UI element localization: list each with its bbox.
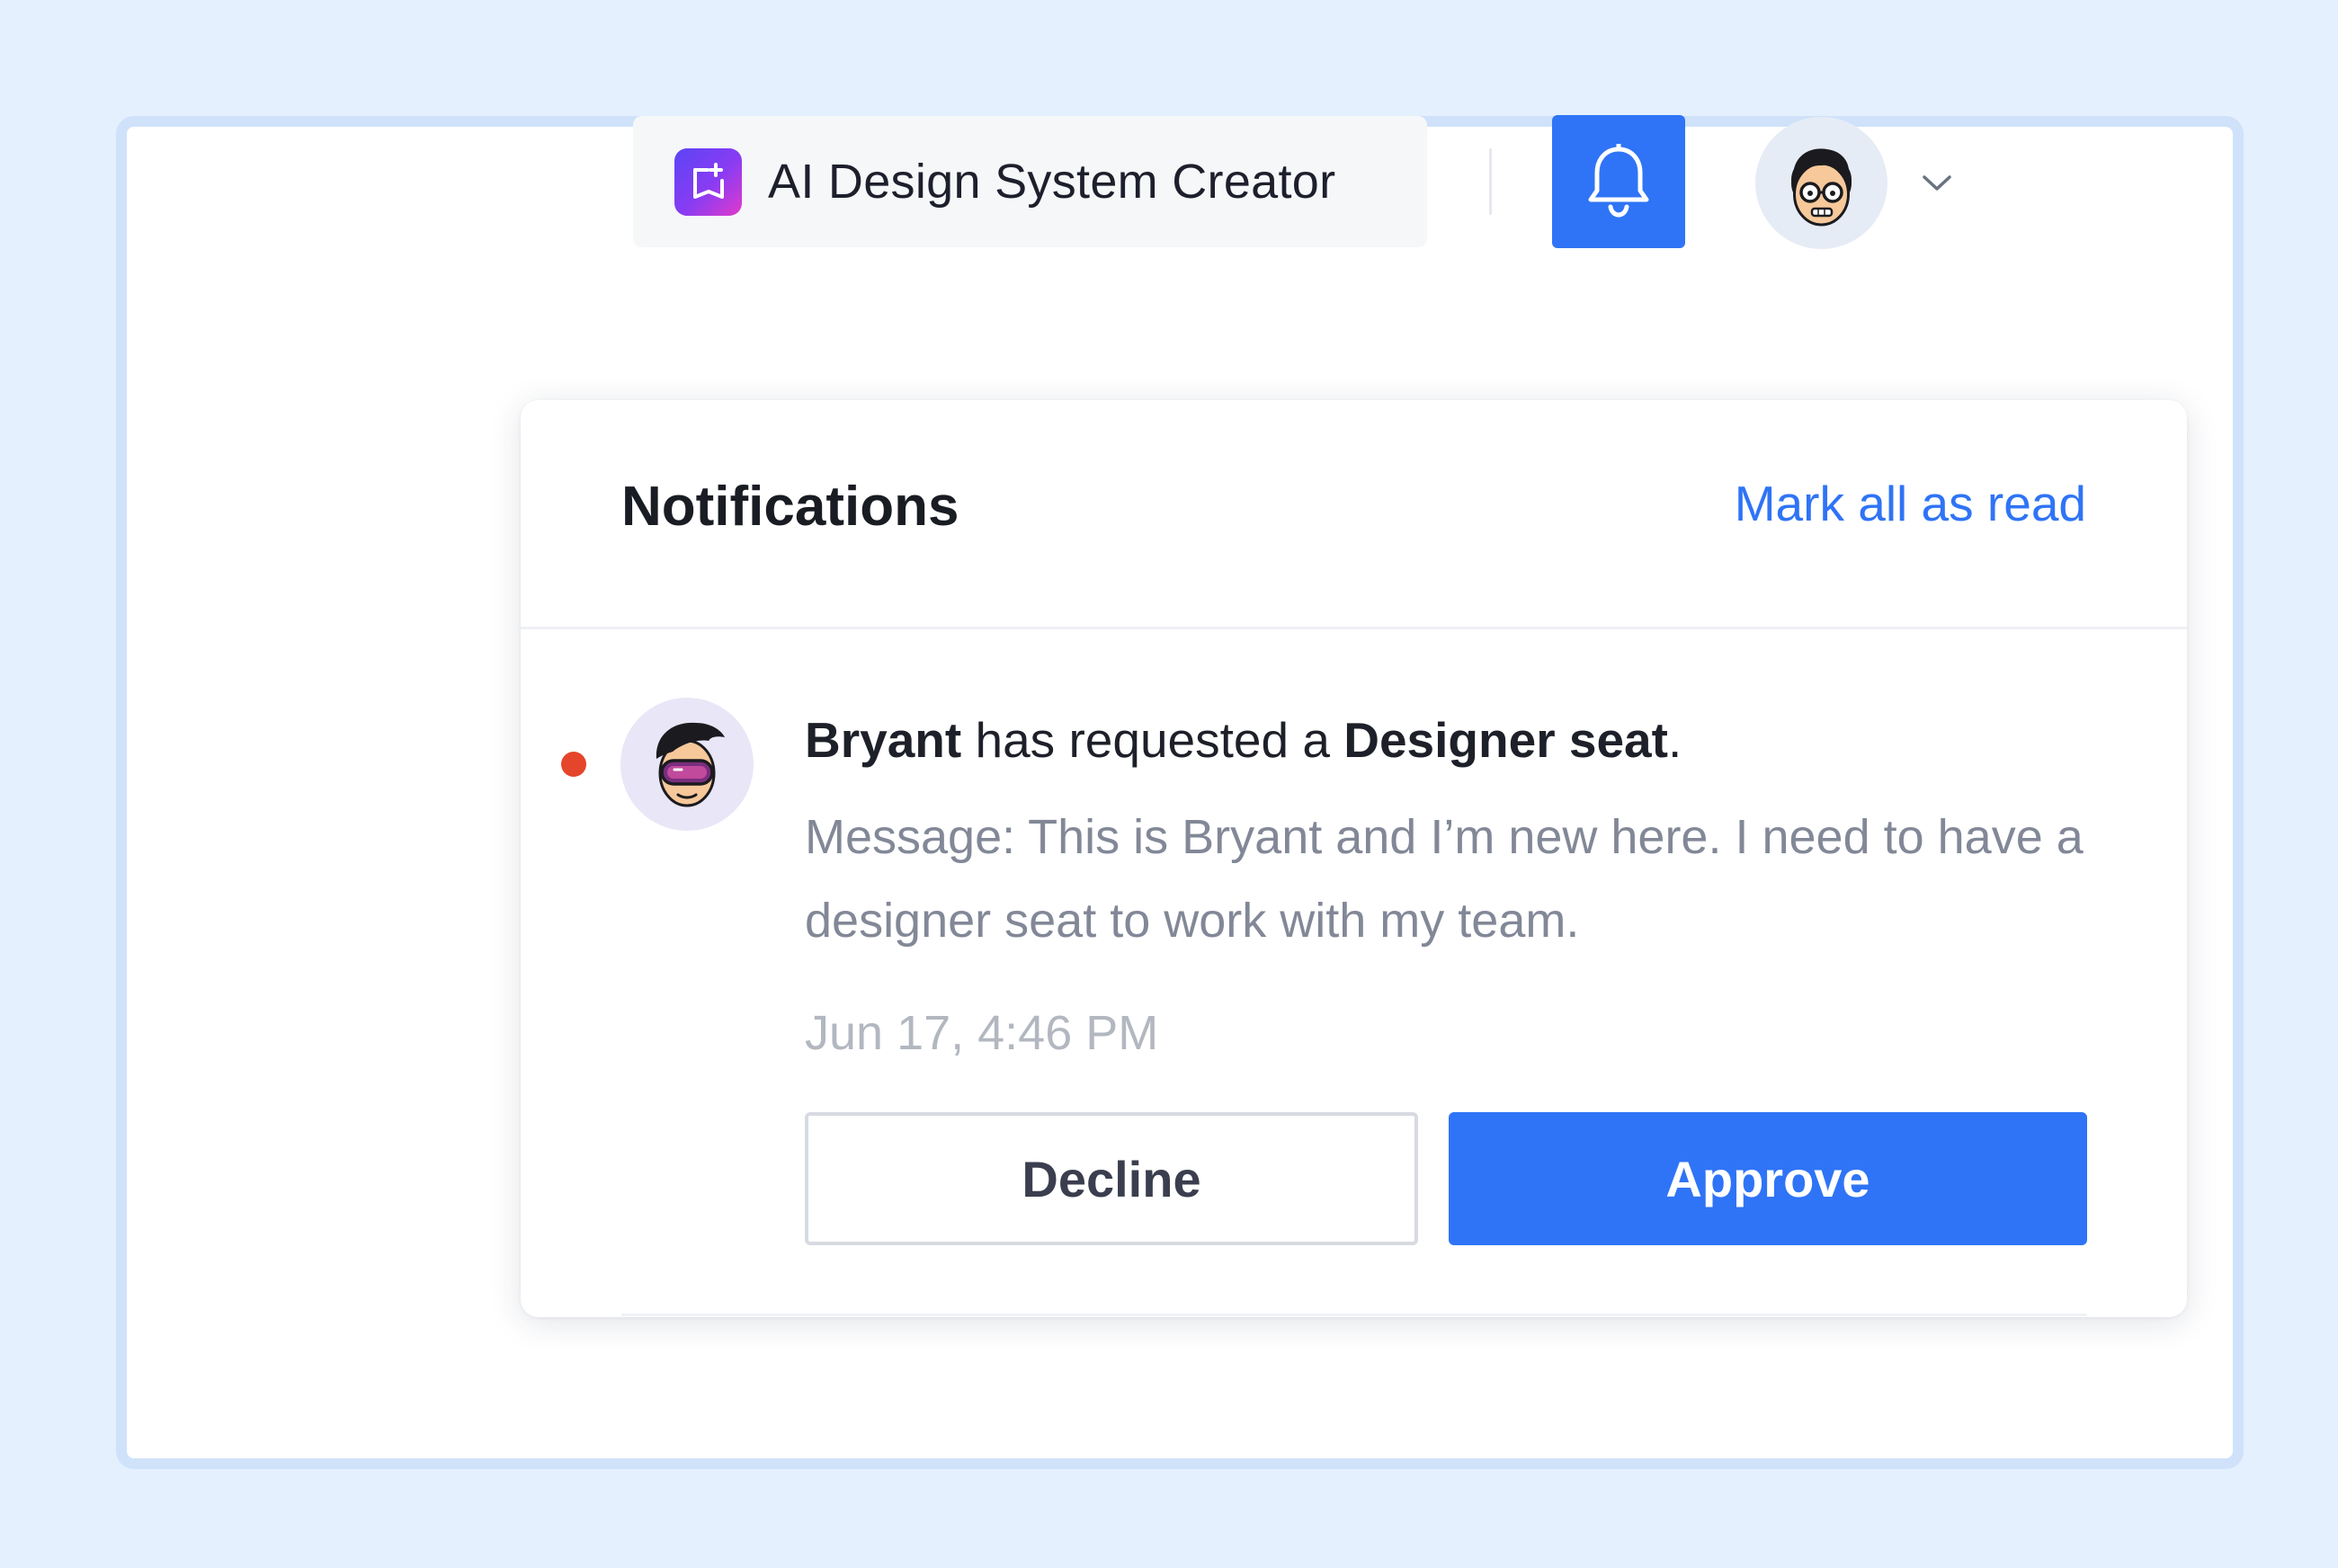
requested-item: Designer seat bbox=[1343, 712, 1668, 768]
notifications-button[interactable] bbox=[1552, 115, 1685, 248]
user-avatar[interactable] bbox=[1755, 117, 1887, 249]
bell-icon bbox=[1588, 144, 1649, 218]
mark-all-read-link[interactable]: Mark all as read bbox=[1735, 479, 2086, 529]
notification-action-text: has requested a bbox=[961, 712, 1344, 768]
requester-avatar bbox=[620, 698, 754, 831]
project-switcher[interactable]: AI Design System Creator bbox=[633, 116, 1427, 247]
account-menu-toggle[interactable] bbox=[1917, 164, 1957, 203]
unread-indicator bbox=[561, 752, 586, 777]
panel-title: Notifications bbox=[621, 476, 959, 538]
notification-message: Message: This is Bryant and I’m new here… bbox=[805, 810, 2084, 948]
sparkle-book-icon bbox=[674, 147, 742, 216]
panel-bottom-divider bbox=[621, 1314, 2087, 1316]
panel-divider bbox=[521, 627, 2187, 629]
requester-name[interactable]: Bryant bbox=[805, 712, 961, 768]
approve-button[interactable]: Approve bbox=[1449, 1112, 2087, 1245]
notification-timestamp: Jun 17, 4:46 PM bbox=[805, 1006, 1159, 1060]
decline-button[interactable]: Decline bbox=[805, 1112, 1418, 1245]
header-divider bbox=[1489, 148, 1492, 215]
chevron-down-icon bbox=[1923, 175, 1951, 191]
notifications-panel: Notifications Mark all as read Bryant ha… bbox=[521, 400, 2187, 1317]
heading-end-punctuation: . bbox=[1667, 712, 1682, 768]
project-name: AI Design System Creator bbox=[768, 155, 1336, 209]
notification-heading: Bryant has requested a Designer seat. bbox=[805, 710, 1682, 770]
